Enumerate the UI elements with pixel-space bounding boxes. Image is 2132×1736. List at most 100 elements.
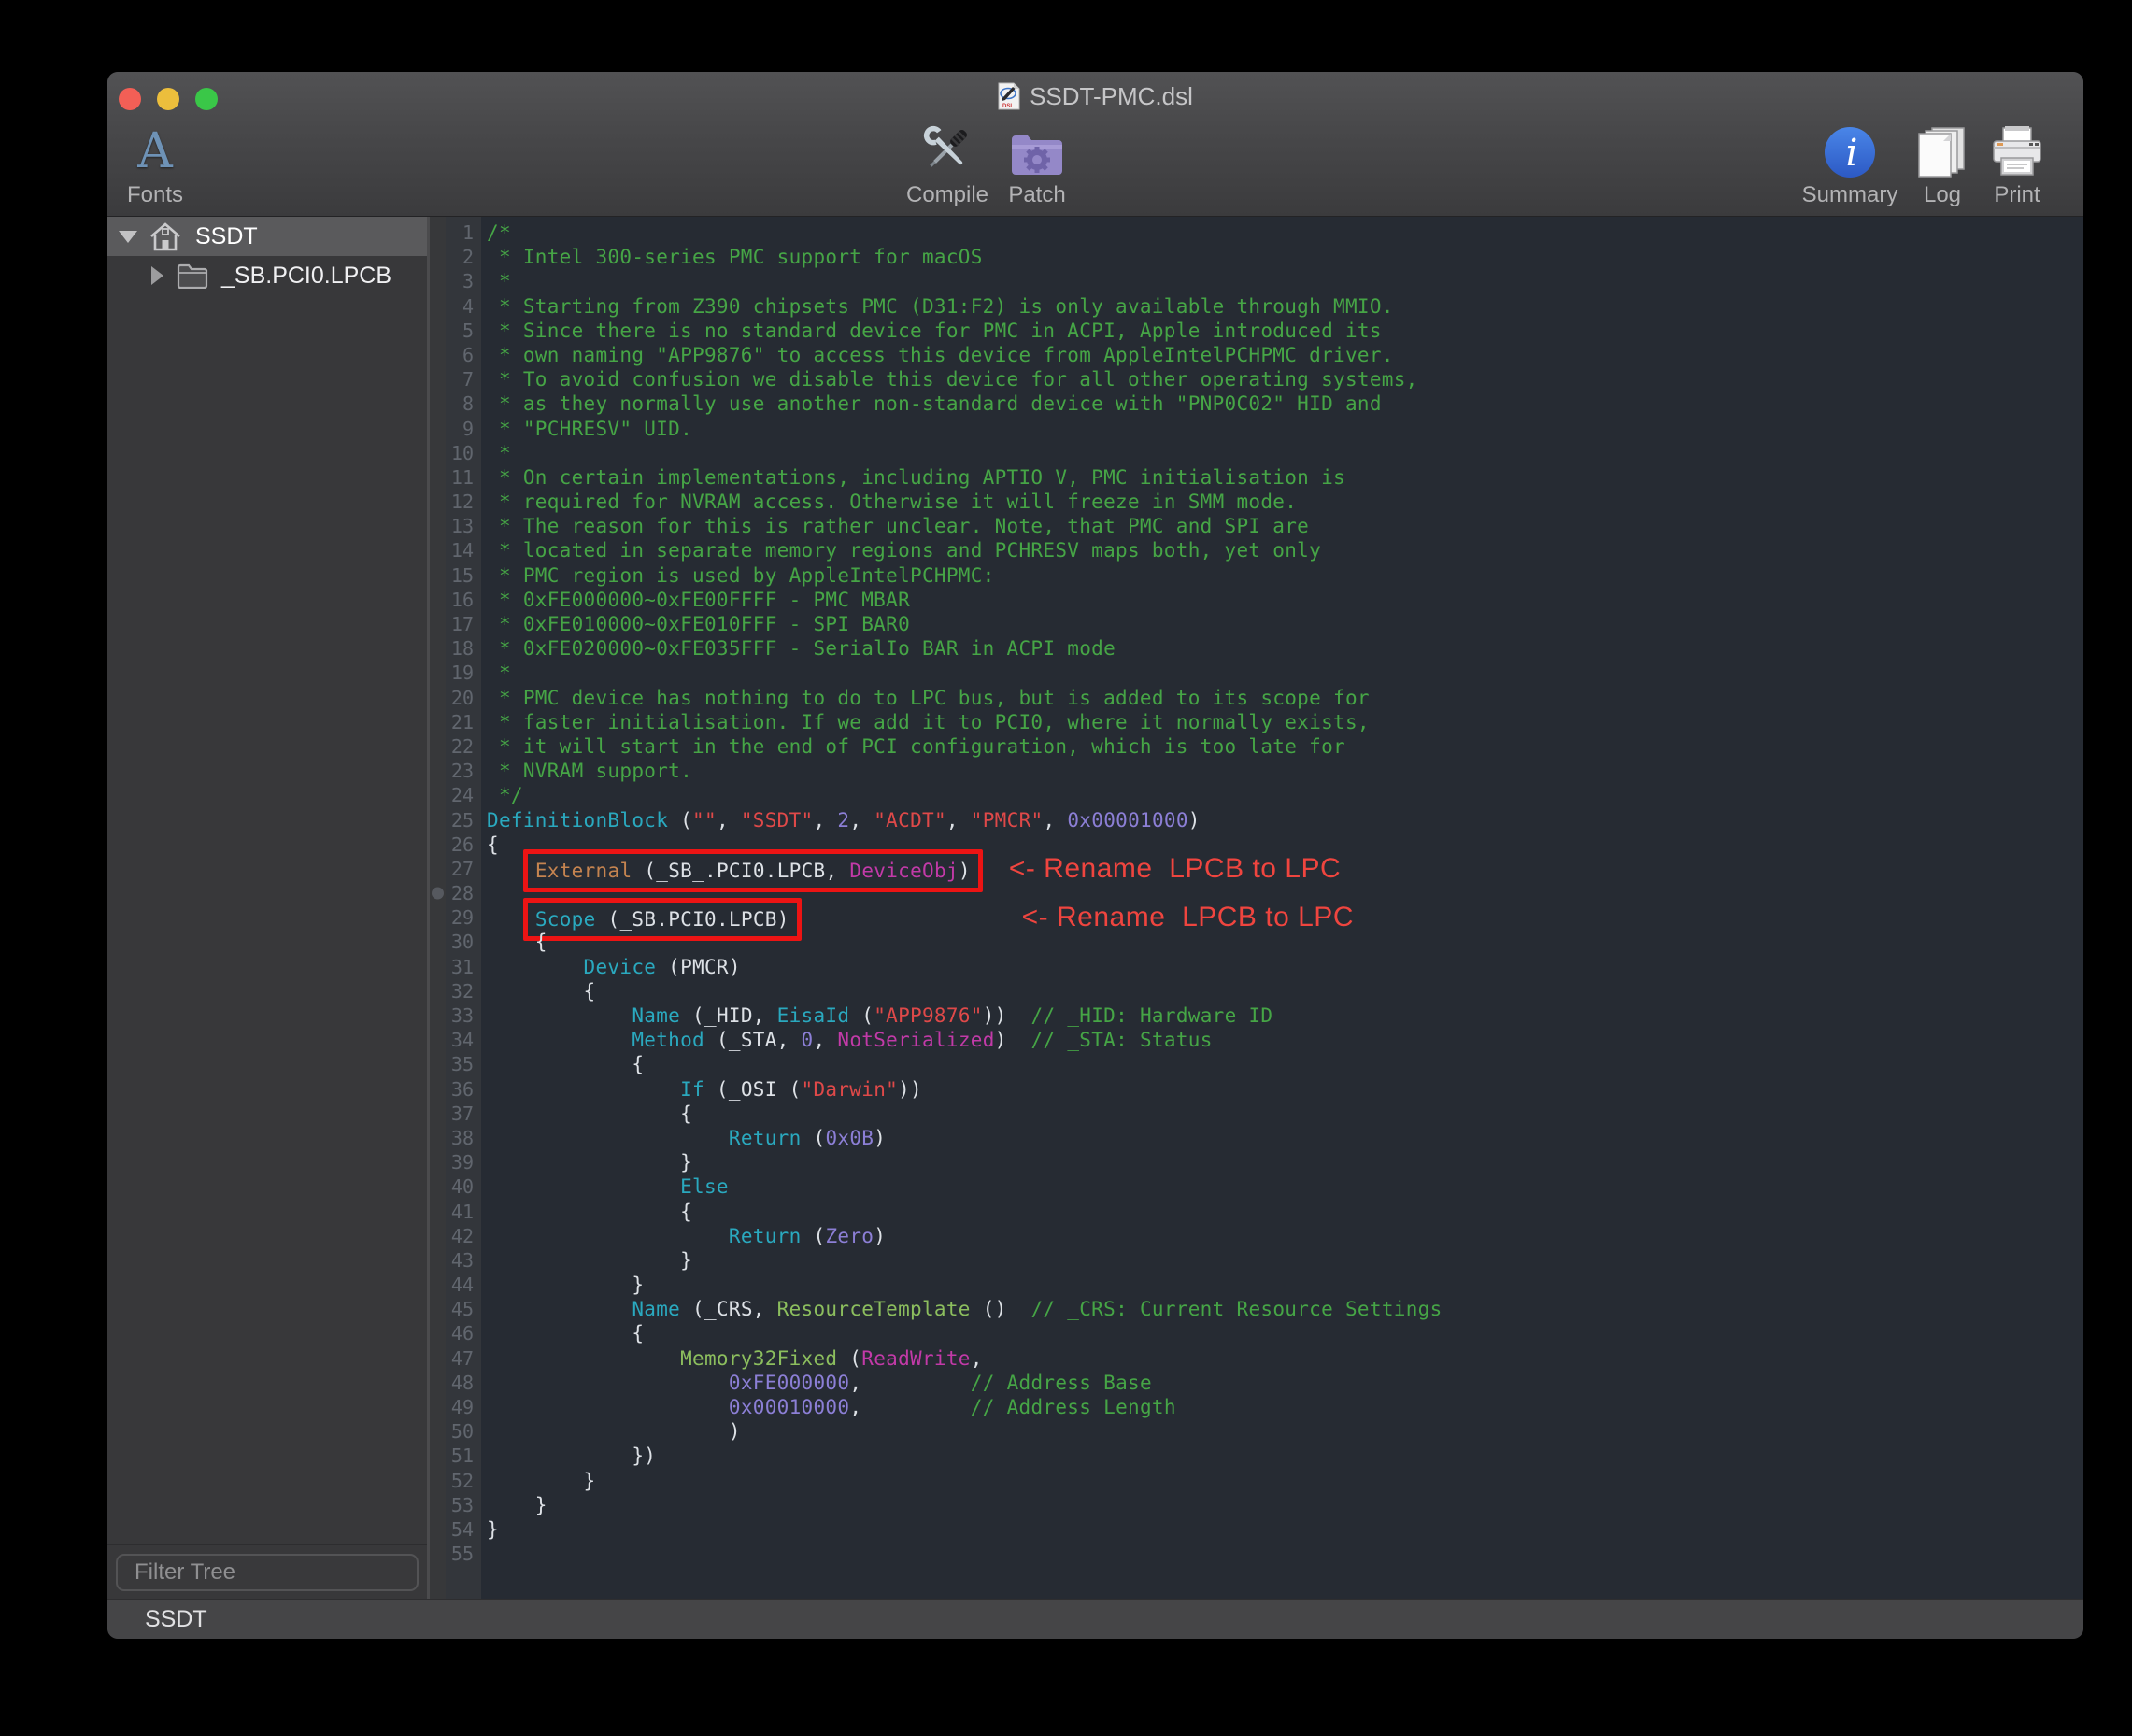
- code-line: /*: [487, 221, 2083, 245]
- code-line: }): [487, 1444, 2083, 1468]
- svg-text:i: i: [1846, 132, 1858, 175]
- line-number: 4: [430, 294, 481, 319]
- code-line: {: [487, 1200, 2083, 1224]
- printer-icon: [1990, 126, 2044, 178]
- line-number: 20: [430, 686, 481, 710]
- fonts-button[interactable]: A Fonts: [107, 117, 225, 208]
- line-number: 15: [430, 563, 481, 588]
- code-line: * PMC region is used by AppleIntelPCHPMC…: [487, 563, 2083, 588]
- rename-highlight-box: Scope (_SB.PCI0.LPCB): [523, 898, 802, 941]
- line-number: 12: [430, 490, 481, 514]
- line-number: 7: [430, 367, 481, 391]
- code-line: }: [487, 1469, 2083, 1493]
- code-line: *: [487, 441, 2083, 465]
- rename-annotation: <- Rename LPCB to LPC: [1022, 902, 1354, 932]
- window-title: SSDT-PMC.dsl: [1030, 82, 1193, 111]
- line-number: 24: [430, 783, 481, 807]
- code-line: * 0xFE020000~0xFE035FFF - SerialIo BAR i…: [487, 636, 2083, 661]
- code-editor[interactable]: /* * Intel 300-series PMC support for ma…: [481, 217, 2083, 1599]
- line-number: 48: [430, 1371, 481, 1395]
- window-header: DSL SSDT-PMC.dsl A Fonts: [107, 72, 2083, 217]
- code-line: {: [487, 1052, 2083, 1076]
- code-line: * Intel 300-series PMC support for macOS: [487, 245, 2083, 269]
- tree-item-ssdt[interactable]: SSDT: [107, 217, 427, 256]
- svg-text:DSL: DSL: [1002, 104, 1014, 109]
- line-number: 55: [430, 1542, 481, 1566]
- line-number: 53: [430, 1493, 481, 1517]
- line-number: 37: [430, 1102, 481, 1126]
- code-line: Name (_CRS, ResourceTemplate () // _CRS:…: [487, 1297, 2083, 1321]
- filter-tree-field[interactable]: [116, 1554, 419, 1591]
- code-line: }: [487, 1273, 2083, 1297]
- code-line: If (_OSI ("Darwin")): [487, 1077, 2083, 1102]
- tree-item-label: _SB.PCI0.LPCB: [221, 263, 391, 290]
- code-line: ): [487, 1419, 2083, 1444]
- code-line: Method (_STA, 0, NotSerialized) // _STA:…: [487, 1028, 2083, 1052]
- sidebar: SSDT _SB.PCI0.LPCB: [107, 217, 430, 1599]
- patch-button[interactable]: Patch: [967, 117, 1107, 208]
- line-number: 32: [430, 979, 481, 1003]
- code-line: Scope (_SB.PCI0.LPCB)<- Rename LPCB to L…: [487, 905, 2083, 930]
- line-number: 33: [430, 1003, 481, 1028]
- line-number: 27: [430, 857, 481, 881]
- line-number: 17: [430, 612, 481, 636]
- print-button[interactable]: Print: [1947, 117, 2083, 208]
- code-line: Memory32Fixed (ReadWrite,: [487, 1346, 2083, 1371]
- code-line: DefinitionBlock ("", "SSDT", 2, "ACDT", …: [487, 808, 2083, 832]
- code-line: *: [487, 661, 2083, 685]
- tree-item-sb-pci0-lpcb[interactable]: _SB.PCI0.LPCB: [107, 256, 427, 295]
- line-number: 40: [430, 1174, 481, 1199]
- code-line: * NVRAM support.: [487, 759, 2083, 783]
- status-text: SSDT: [145, 1606, 207, 1633]
- code-line: 0xFE000000, // Address Base: [487, 1371, 2083, 1395]
- filter-area: [107, 1544, 427, 1599]
- line-number: 54: [430, 1517, 481, 1542]
- code-line: * it will start in the end of PCI config…: [487, 734, 2083, 759]
- line-number: 11: [430, 465, 481, 490]
- code-line: {: [487, 1102, 2083, 1126]
- code-line: */: [487, 783, 2083, 807]
- line-number-gutter: 1234567891011121314151617181920212223242…: [430, 217, 481, 1599]
- folder-icon: [177, 263, 208, 289]
- line-number: 28: [430, 881, 481, 905]
- info-icon: i: [1824, 126, 1876, 178]
- line-number: 26: [430, 832, 481, 857]
- line-number: 2: [430, 245, 481, 269]
- code-line: * Starting from Z390 chipsets PMC (D31:F…: [487, 294, 2083, 319]
- line-number: 30: [430, 930, 481, 954]
- disclosure-down-icon[interactable]: [119, 231, 137, 243]
- code-line: * The reason for this is rather unclear.…: [487, 514, 2083, 538]
- print-label: Print: [1994, 182, 2040, 208]
- code-line: * On certain implementations, including …: [487, 465, 2083, 490]
- code-line: * faster initialisation. If we add it to…: [487, 710, 2083, 734]
- rename-annotation: <- Rename LPCB to LPC: [1009, 853, 1341, 884]
- filter-tree-input[interactable]: [135, 1559, 424, 1586]
- document-icon: DSL: [998, 82, 1020, 110]
- line-number: 42: [430, 1224, 481, 1248]
- code-line: Device (PMCR): [487, 955, 2083, 979]
- line-number: 3: [430, 269, 481, 293]
- line-number: 18: [430, 636, 481, 661]
- status-bar: SSDT: [107, 1599, 2083, 1639]
- maciasl-window: DSL SSDT-PMC.dsl A Fonts: [107, 72, 2083, 1639]
- patch-folder-icon: [1009, 132, 1065, 178]
- code-line: * located in separate memory regions and…: [487, 538, 2083, 562]
- line-number: 6: [430, 343, 481, 367]
- code-line: 0x00010000, // Address Length: [487, 1395, 2083, 1419]
- disclosure-right-icon[interactable]: [151, 266, 163, 285]
- code-line: }: [487, 1517, 2083, 1542]
- line-number: 39: [430, 1150, 481, 1174]
- code-line: External (_SB_.PCI0.LPCB, DeviceObj)<- R…: [487, 857, 2083, 881]
- line-number: 38: [430, 1126, 481, 1150]
- line-number: 19: [430, 661, 481, 685]
- line-number: 14: [430, 538, 481, 562]
- line-number: 31: [430, 955, 481, 979]
- code-line: * required for NVRAM access. Otherwise i…: [487, 490, 2083, 514]
- tree-item-label: SSDT: [195, 223, 258, 250]
- code-line: * 0xFE010000~0xFE010FFF - SPI BAR0: [487, 612, 2083, 636]
- line-number: 50: [430, 1419, 481, 1444]
- code-line: *: [487, 269, 2083, 293]
- code-line: }: [487, 1248, 2083, 1273]
- editor-pane: 1234567891011121314151617181920212223242…: [430, 217, 2083, 1599]
- line-number: 52: [430, 1469, 481, 1493]
